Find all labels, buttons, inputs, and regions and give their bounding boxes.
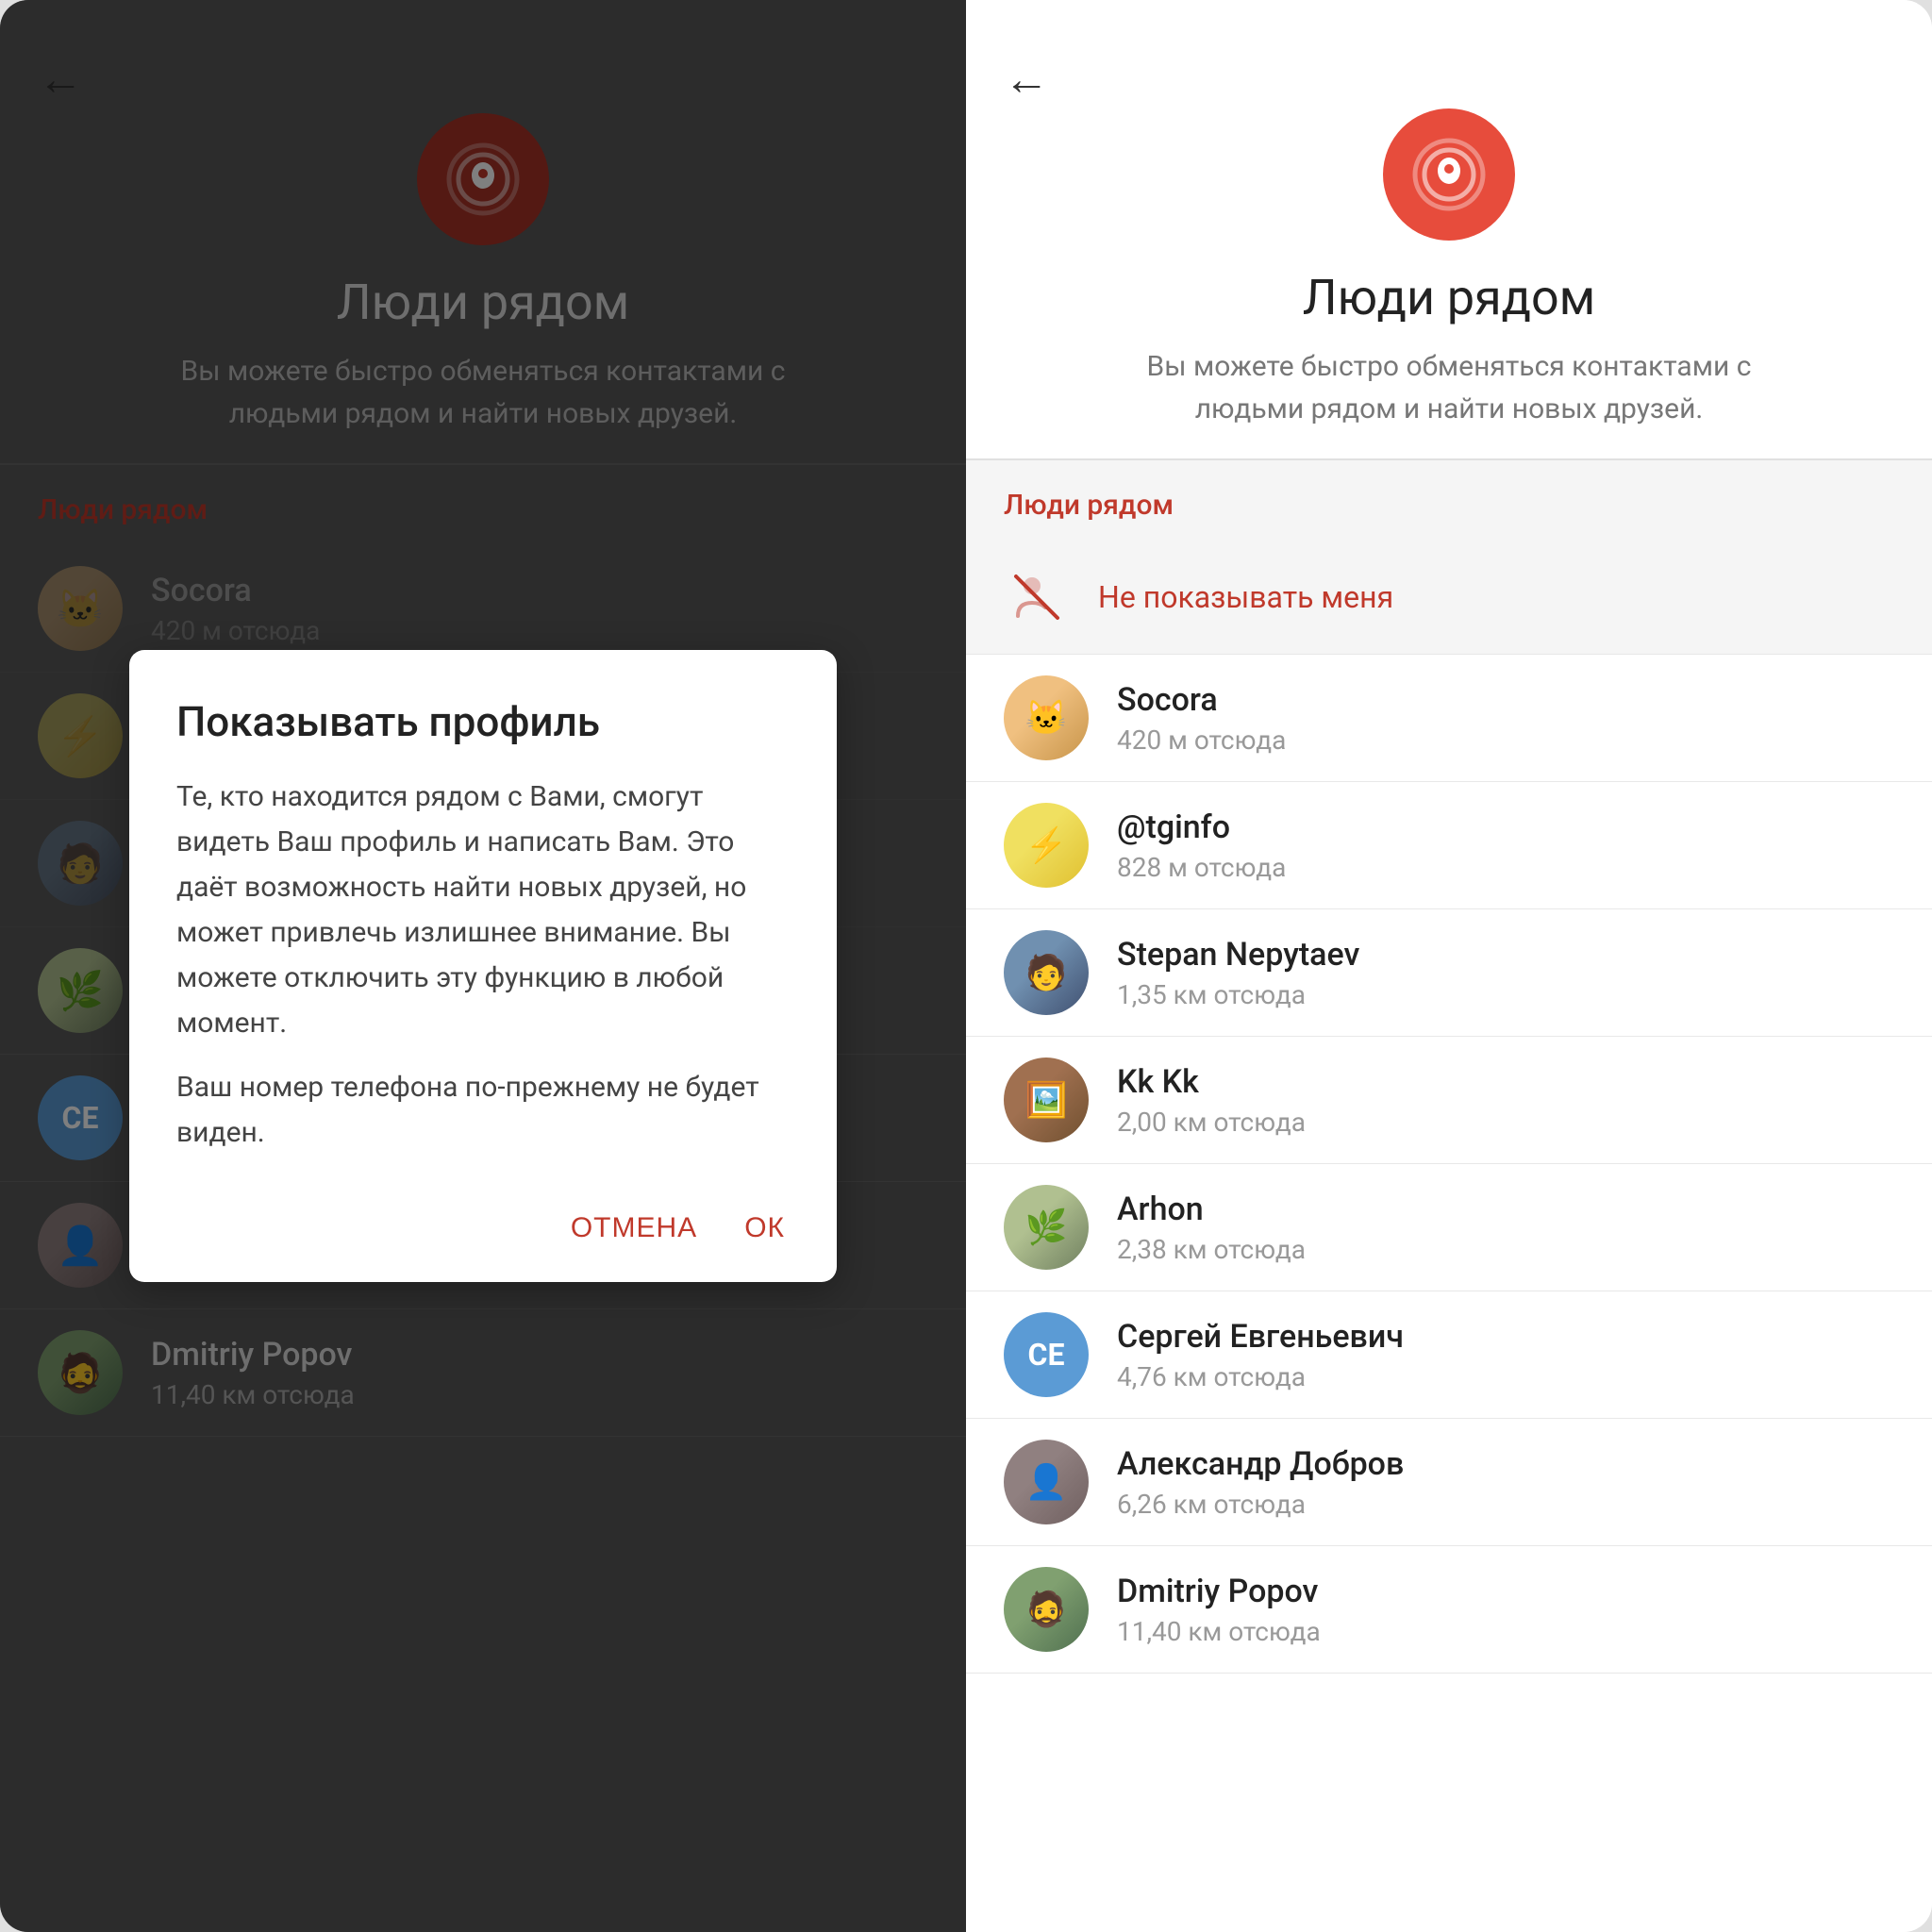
item-name: Arhon [1117,1191,1306,1228]
item-info: Kk Kk 2,00 км отсюда [1117,1063,1306,1138]
item-info: @tginfo 828 м отсюда [1117,808,1286,883]
right-section-label: Люди рядом [966,460,1932,541]
not-visible-icon [1004,564,1070,630]
avatar-face: 🖼️ [1004,1058,1089,1142]
item-dist: 2,38 км отсюда [1117,1234,1306,1265]
right-location-pulse-icon [1411,137,1487,212]
modal-overlay: Показывать профиль Те, кто находится ряд… [0,0,966,1932]
right-location-icon [1383,108,1515,241]
list-item[interactable]: 👤 Александр Добров 6,26 км отсюда [966,1419,1932,1546]
right-back-button[interactable]: ← [1004,52,1049,106]
not-visible-row[interactable]: Не показывать меня [966,541,1932,655]
item-name: Александр Добров [1117,1445,1404,1483]
avatar-ce: CE [1004,1312,1089,1397]
avatar: 🌿 [1004,1185,1089,1270]
avatar-face: ⚡ [1004,803,1089,888]
item-name: Dmitriy Popov [1117,1573,1321,1610]
item-name: @tginfo [1117,808,1286,846]
item-info: Александр Добров 6,26 км отсюда [1117,1445,1404,1520]
modal-body-2: Ваш номер телефона по-прежнему не будет … [176,1065,790,1156]
avatar-face: 🌿 [1004,1185,1089,1270]
item-info: Socora 420 м отсюда [1117,681,1286,756]
right-screen: ← Люди рядом Вы можете быстро обменяться… [966,0,1932,1932]
modal-ok-button[interactable]: ОК [740,1203,790,1254]
avatar-face: 🧔 [1004,1567,1089,1652]
modal-title: Показывать профиль [176,697,790,746]
list-item[interactable]: 🐱 Socora 420 м отсюда [966,655,1932,782]
avatar-initials: CE [1028,1337,1065,1373]
right-page-title: Люди рядом [1303,269,1595,326]
item-dist: 1,35 км отсюда [1117,979,1359,1010]
modal-cancel-button[interactable]: ОТМЕНА [566,1203,702,1254]
list-item[interactable]: 🌿 Arhon 2,38 км отсюда [966,1164,1932,1291]
list-item[interactable]: 🧑 Stepan Nepytaev 1,35 км отсюда [966,909,1932,1037]
list-item[interactable]: 🧔 Dmitriy Popov 11,40 км отсюда [966,1546,1932,1674]
item-info: Сергей Евгеньевич 4,76 км отсюда [1117,1318,1404,1392]
modal-body-1: Те, кто находится рядом с Вами, смогут в… [176,774,790,1046]
item-dist: 6,26 км отсюда [1117,1489,1404,1520]
avatar: 🧔 [1004,1567,1089,1652]
avatar-face: 👤 [1004,1440,1089,1524]
not-visible-svg [1008,569,1065,625]
avatar: 🖼️ [1004,1058,1089,1142]
right-screen-content: ← Люди рядом Вы можете быстро обменяться… [966,0,1932,1932]
item-dist: 828 м отсюда [1117,852,1286,883]
item-dist: 4,76 км отсюда [1117,1361,1404,1392]
item-info: Stepan Nepytaev 1,35 км отсюда [1117,936,1359,1010]
right-people-list: 🐱 Socora 420 м отсюда ⚡ @tginfo 828 м от… [966,655,1932,1932]
right-header: Люди рядом Вы можете быстро обменяться к… [966,0,1932,458]
avatar-face: 🧑 [1004,930,1089,1015]
list-item[interactable]: CE Сергей Евгеньевич 4,76 км отсюда [966,1291,1932,1419]
item-dist: 11,40 км отсюда [1117,1616,1321,1647]
modal-dialog: Показывать профиль Те, кто находится ряд… [129,650,837,1282]
item-name: Kk Kk [1117,1063,1306,1101]
item-info: Arhon 2,38 км отсюда [1117,1191,1306,1265]
avatar: 👤 [1004,1440,1089,1524]
item-info: Dmitriy Popov 11,40 км отсюда [1117,1573,1321,1647]
item-name: Сергей Евгеньевич [1117,1318,1404,1356]
item-name: Socora [1117,681,1286,719]
list-item[interactable]: ⚡ @tginfo 828 м отсюда [966,782,1932,909]
item-name: Stepan Nepytaev [1117,936,1359,974]
avatar: 🐱 [1004,675,1089,760]
avatar: 🧑 [1004,930,1089,1015]
modal-actions: ОТМЕНА ОК [176,1193,790,1254]
left-screen: ← Люди рядом Вы можете быстро обменяться… [0,0,966,1932]
avatar: ⚡ [1004,803,1089,888]
avatar-face: 🐱 [1004,675,1089,760]
item-dist: 420 м отсюда [1117,724,1286,756]
right-page-subtitle: Вы можете быстро обменяться контактами с… [1119,345,1779,430]
list-item[interactable]: 🖼️ Kk Kk 2,00 км отсюда [966,1037,1932,1164]
item-dist: 2,00 км отсюда [1117,1107,1306,1138]
not-visible-text: Не показывать меня [1098,579,1393,615]
